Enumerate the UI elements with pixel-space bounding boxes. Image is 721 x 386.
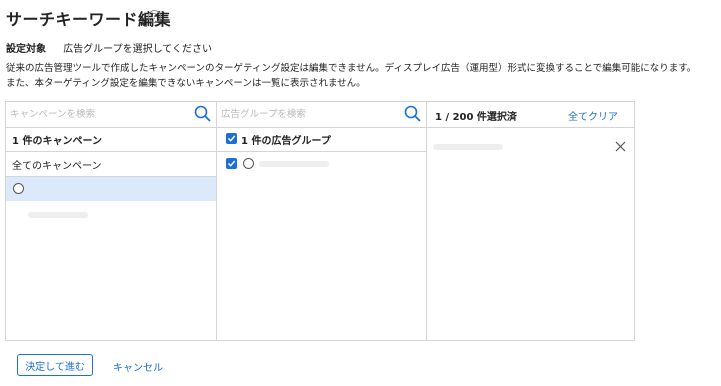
- blurred-text: [28, 212, 88, 218]
- selected-item: [427, 127, 634, 168]
- notice-line: 従来の広告管理ツールで作成したキャンペーンのターゲティング設定は編集できません。…: [6, 63, 697, 74]
- blurred-text: [259, 161, 329, 167]
- search-icon[interactable]: [194, 105, 211, 122]
- setting-target: 設定対象 広告グループを選択してください: [6, 40, 212, 55]
- radio-circle-icon: [243, 158, 254, 169]
- adgroup-search: [217, 102, 427, 128]
- adgroup-panel: 1 件の広告グループ: [216, 101, 427, 341]
- close-icon[interactable]: [615, 141, 626, 152]
- selected-panel: 1 / 200 件選択済 全てクリア: [426, 101, 635, 341]
- adgroup-search-input[interactable]: [221, 105, 391, 123]
- selected-count: 1 / 200 件選択済: [435, 112, 517, 123]
- all-campaigns-item[interactable]: 全てのキャンペーン: [6, 152, 217, 177]
- campaign-count: 1 件のキャンペーン: [12, 136, 102, 147]
- campaign-search-input[interactable]: [10, 105, 180, 123]
- adgroup-checkbox[interactable]: [226, 158, 237, 169]
- select-all-checkbox[interactable]: [226, 133, 237, 144]
- blurred-text: [433, 144, 503, 150]
- campaign-search: [6, 102, 217, 128]
- setting-target-value: 広告グループを選択してください: [63, 44, 212, 55]
- notice-text: 従来の広告管理ツールで作成したキャンペーンのターゲティング設定は編集できません。…: [6, 61, 696, 91]
- all-campaigns-label: 全てのキャンペーン: [12, 161, 102, 172]
- search-icon[interactable]: [404, 105, 421, 122]
- setting-target-label: 設定対象: [6, 44, 46, 55]
- adgroup-list-item[interactable]: [217, 152, 427, 176]
- radio-circle-icon: [13, 183, 24, 194]
- adgroup-count: 1 件の広告グループ: [241, 136, 331, 147]
- campaign-panel: 1 件のキャンペーン 全てのキャンペーン: [5, 101, 217, 341]
- page-title: サーチキーワード編集: [6, 10, 172, 29]
- adgroup-count-header: 1 件の広告グループ: [217, 127, 427, 152]
- help-icon[interactable]: ?: [148, 10, 161, 23]
- cancel-button[interactable]: キャンセル: [113, 359, 163, 374]
- campaign-count-header: 1 件のキャンペーン: [6, 127, 217, 152]
- campaign-list-item[interactable]: [6, 177, 217, 201]
- clear-all-link[interactable]: 全てクリア: [568, 108, 618, 123]
- confirm-button[interactable]: 決定して進む: [17, 354, 93, 376]
- notice-line: また、本ターゲティング設定を編集できないキャンペーンは一覧に表示されません。: [6, 78, 366, 89]
